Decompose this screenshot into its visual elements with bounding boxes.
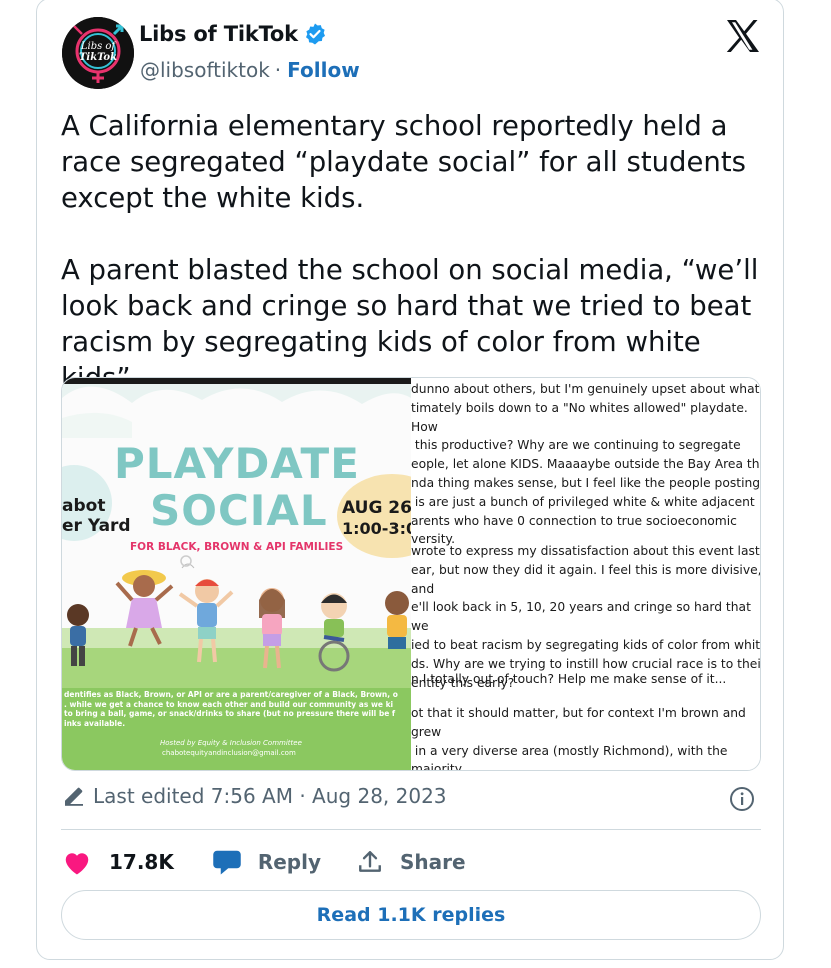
divider	[61, 829, 761, 830]
handle-row: @libsoftiktok · Follow	[140, 58, 360, 82]
flyer-image: PLAYDATE SOCIAL FOR BLACK, BROWN & API F…	[62, 378, 411, 770]
avatar-logo-icon: Libs of TikTok	[62, 17, 134, 89]
tweet-paragraph-1: A California elementary school reportedl…	[61, 110, 746, 214]
avatar-text-1: Libs of	[80, 41, 118, 52]
share-label: Share	[400, 850, 466, 874]
author-handle[interactable]: @libsoftiktok	[140, 58, 270, 82]
author-name-row[interactable]: Libs of TikTok	[139, 22, 327, 46]
tweet-text: A California elementary school reportedl…	[61, 108, 761, 396]
flyer-date: AUG 26t	[342, 498, 411, 518]
read-replies-label: Read 1.1K replies	[316, 904, 506, 926]
follow-button[interactable]: Follow	[287, 58, 360, 82]
flyer-hosted-by: Hosted by Equity & Inclusion Committee	[160, 739, 302, 747]
heart-icon	[65, 853, 89, 875]
reply-label: Reply	[257, 850, 322, 874]
flyer-footer-text: dentifies as Black, Brown, or API or are…	[64, 690, 398, 728]
flyer-title-line-2: SOCIAL	[150, 486, 328, 535]
tweet-media[interactable]: PLAYDATE SOCIAL FOR BLACK, BROWN & API F…	[61, 377, 761, 771]
handle-separator: ·	[274, 58, 282, 82]
share-button[interactable]: Share	[357, 849, 466, 875]
screenshot-post-image: dunno about others, but I'm genuinely up…	[411, 378, 761, 771]
avatar-text-2: TikTok	[79, 52, 117, 63]
flyer-top-bar	[62, 378, 411, 384]
verified-badge-icon	[305, 23, 325, 45]
flyer-email: chabotequityandinclusion@gmail.com	[162, 749, 296, 757]
tweet-paragraph-2: A parent blasted the school on social me…	[61, 254, 759, 394]
avatar[interactable]: Libs of TikTok	[62, 17, 134, 89]
info-icon[interactable]	[729, 786, 755, 812]
like-count: 17.8K	[109, 850, 174, 874]
flyer-time: 1:00-3:0	[342, 519, 411, 538]
author-name[interactable]: Libs of TikTok	[139, 22, 298, 46]
pencil-icon	[65, 787, 83, 806]
flyer-subtitle: FOR BLACK, BROWN & API FAMILIES	[130, 541, 344, 553]
flyer-footer: dentifies as Black, Brown, or API or are…	[62, 688, 411, 770]
edit-info-row[interactable]: Last edited 7:56 AM · Aug 28, 2023	[62, 784, 447, 808]
post-paragraph-4: ot that it should matter, but for contex…	[411, 706, 746, 771]
last-edited-label[interactable]: Last edited 7:56 AM · Aug 28, 2023	[93, 784, 447, 808]
action-bar: 17.8K Reply Share	[62, 844, 466, 880]
like-button[interactable]: 17.8K	[62, 848, 174, 876]
post-paragraph-1: dunno about others, but I'm genuinely up…	[411, 382, 761, 547]
flyer-title-line-1: PLAYDATE	[114, 439, 360, 488]
share-upload-icon	[359, 851, 381, 872]
reply-button[interactable]: Reply	[212, 848, 321, 876]
x-logo-icon[interactable]	[724, 18, 760, 54]
post-paragraph-3: n I totally out of touch? Help me make s…	[411, 672, 727, 686]
reply-bubble-icon	[213, 850, 241, 875]
flyer-location-line-1: abot	[62, 496, 106, 516]
flyer-location-line-2: er Yard	[62, 516, 131, 536]
read-replies-button[interactable]: Read 1.1K replies	[61, 890, 761, 940]
